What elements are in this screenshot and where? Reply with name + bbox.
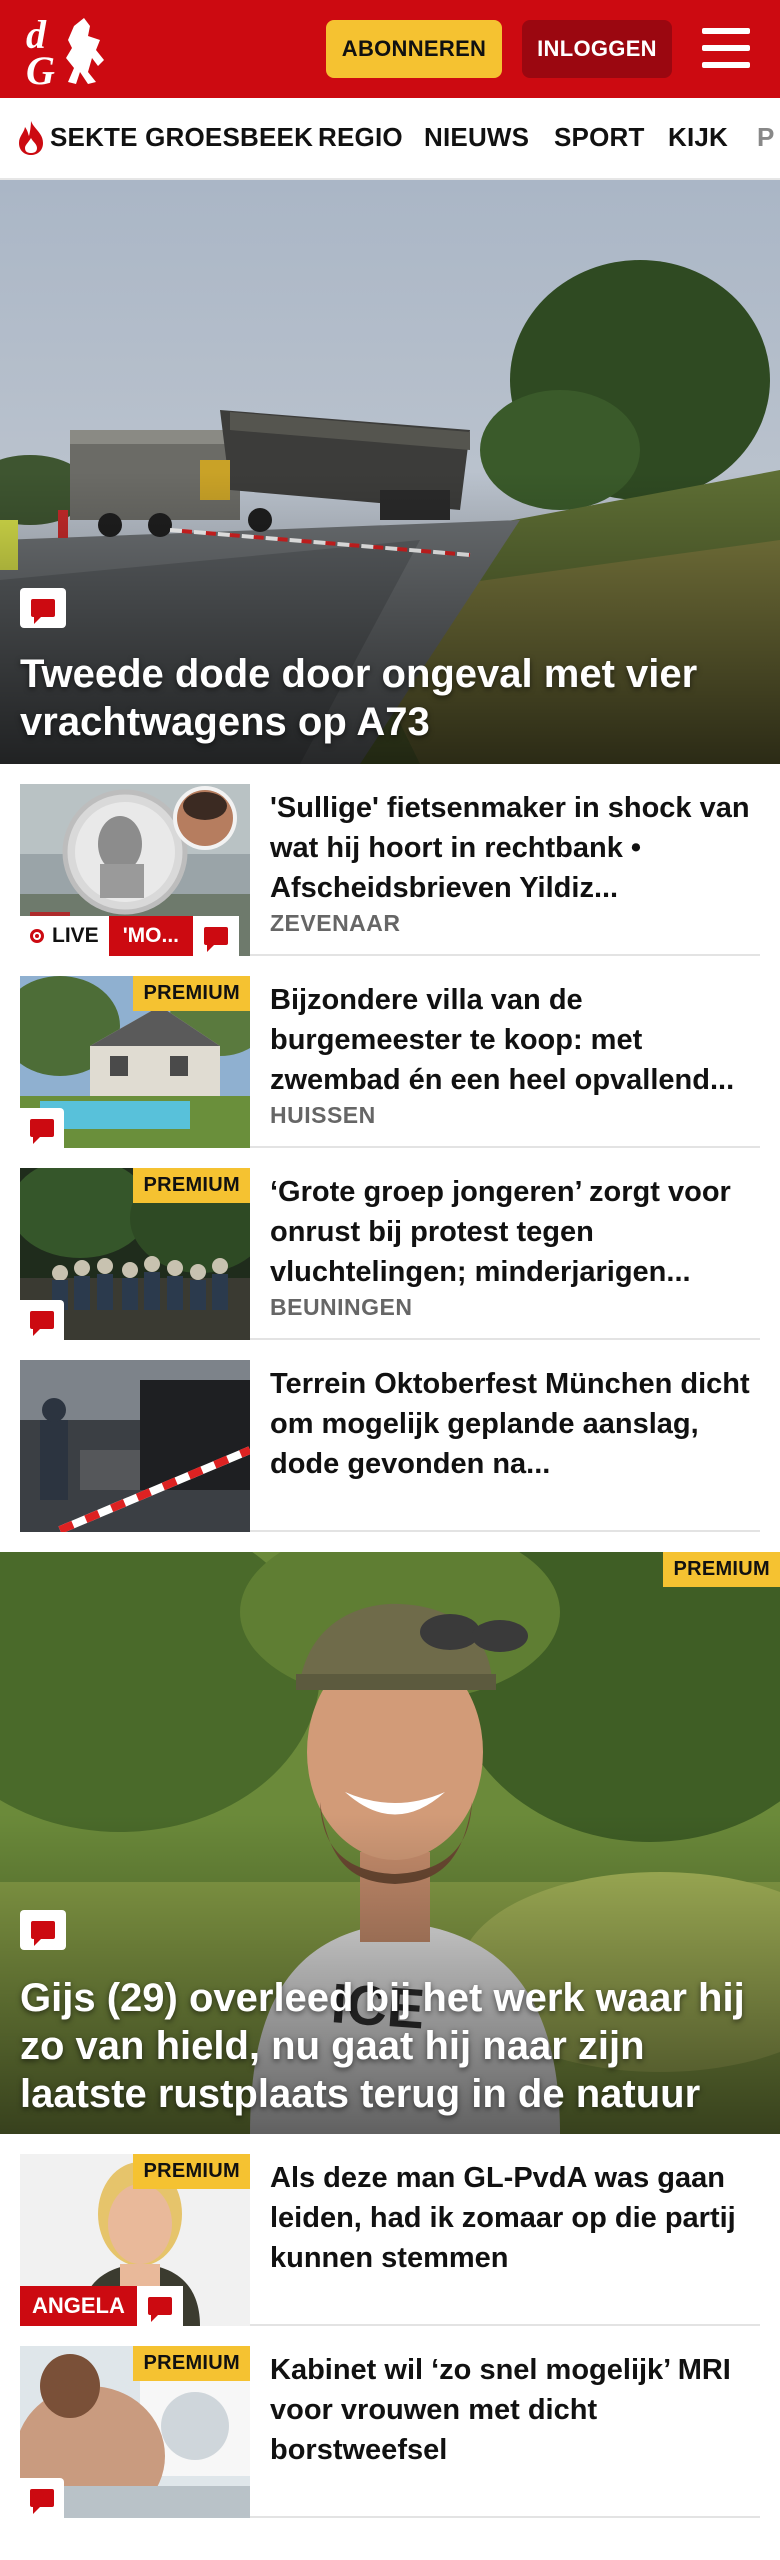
article-location: HUISSEN — [270, 1102, 376, 1128]
nav-item-regio[interactable]: REGIO — [318, 122, 403, 153]
article-thumbnail: LIVE 'MO... — [20, 784, 250, 956]
article-thumbnail: PREMIUM — [20, 1168, 250, 1340]
menu-icon[interactable] — [700, 24, 752, 72]
comment-icon — [20, 1300, 64, 1340]
article-item[interactable]: PREMIUM Kabinet wil ‘zo snel mogelijk’ M… — [20, 2346, 760, 2518]
article-location: BEUNINGEN — [270, 1294, 413, 1320]
login-button[interactable]: INLOGGEN — [522, 20, 672, 78]
article-item[interactable]: PREMIUM ANGELA Als deze man GL-PvdA was … — [20, 2154, 760, 2326]
article-thumbnail: PREMIUM ANGELA — [20, 2154, 250, 2326]
premium-badge: PREMIUM — [133, 2346, 250, 2381]
site-header: d G ABONNEREN INLOGGEN — [0, 0, 780, 98]
article-title: ‘Grote groep jongeren’ zorgt voor onrust… — [270, 1176, 731, 1288]
article-title: Terrein Oktoberfest München dicht om mog… — [270, 1368, 750, 1480]
logo[interactable]: d G — [22, 12, 118, 88]
hero-article-accident[interactable]: Tweede dode door ongeval met vier vracht… — [0, 180, 780, 764]
article-thumbnail: PREMIUM — [20, 2346, 250, 2518]
subscribe-button[interactable]: ABONNEREN — [326, 20, 502, 78]
article-title: Als deze man GL-PvdA was gaan leiden, ha… — [270, 2162, 736, 2274]
comment-icon — [20, 2478, 64, 2518]
nav-item-more[interactable]: P — [757, 122, 775, 153]
columnist-tag: ANGELA — [20, 2286, 137, 2326]
live-dot-icon — [30, 929, 44, 943]
article-title: Kabinet wil ‘zo snel mogelijk’ MRI voor … — [270, 2354, 731, 2466]
article-item[interactable]: Terrein Oktoberfest München dicht om mog… — [20, 1360, 760, 1532]
article-item[interactable]: PREMIUM ‘Grote groep jongeren’ zorgt voo… — [20, 1168, 760, 1340]
flame-icon — [19, 121, 43, 155]
comment-icon — [20, 588, 66, 628]
article-location: ZEVENAAR — [270, 910, 401, 936]
comment-icon — [20, 1108, 64, 1148]
nav-item-kijk[interactable]: KIJK — [668, 122, 728, 153]
article-thumbnail — [20, 1360, 250, 1532]
columnist-bar: ANGELA — [20, 2286, 183, 2326]
live-topic-tag: 'MO... — [108, 916, 194, 956]
premium-badge: PREMIUM — [133, 976, 250, 1011]
hero-article-gijs[interactable]: ICE PREMIUM Gijs (29) overleed bij het w… — [0, 1552, 780, 2134]
hero-title: Tweede dode door ongeval met vier vracht… — [20, 652, 698, 744]
section-nav: SEKTE GROESBEEK REGIO NIEUWS SPORT KIJK … — [0, 98, 780, 180]
article-thumbnail: PREMIUM — [20, 976, 250, 1148]
premium-badge: PREMIUM — [663, 1552, 780, 1587]
article-item[interactable]: LIVE 'MO... 'Sullige' fietsenmaker in sh… — [20, 784, 760, 956]
nav-item-nieuws[interactable]: NIEUWS — [424, 122, 529, 153]
live-badge: LIVE — [20, 916, 109, 956]
hero-title: Gijs (29) overleed bij het werk waar hij… — [20, 1976, 745, 2116]
nav-item-sport[interactable]: SPORT — [554, 122, 645, 153]
comment-icon — [136, 2286, 183, 2326]
live-label: LIVE — [52, 924, 99, 947]
comment-icon — [193, 916, 240, 956]
article-item[interactable]: PREMIUM Bijzondere villa van de burgemee… — [20, 976, 760, 1148]
comment-icon — [20, 1910, 66, 1950]
premium-badge: PREMIUM — [133, 1168, 250, 1203]
article-title: 'Sullige' fietsenmaker in shock van wat … — [270, 792, 750, 904]
svg-text:G: G — [26, 48, 55, 88]
article-title: Bijzondere villa van de burgemeester te … — [270, 984, 735, 1096]
premium-badge: PREMIUM — [133, 2154, 250, 2189]
live-bar: LIVE 'MO... — [20, 916, 240, 956]
nav-item-sekte-groesbeek[interactable]: SEKTE GROESBEEK — [50, 122, 313, 153]
